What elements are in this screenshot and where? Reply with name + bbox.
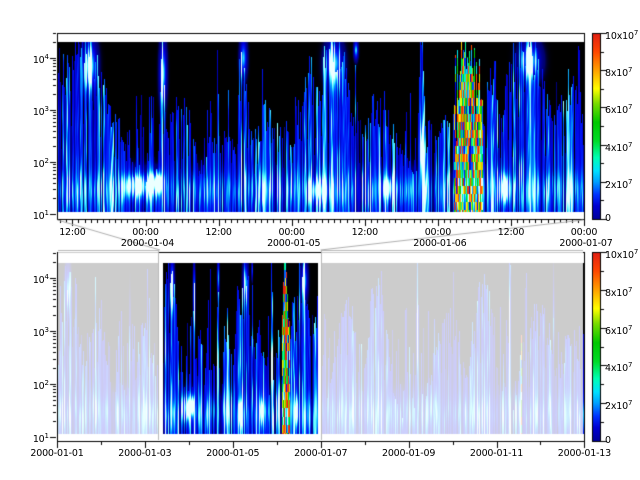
zoom-panel-plot-area[interactable] <box>57 33 584 219</box>
spectrogram-viewer: 12:0000:002000-01-0412:0000:002000-01-05… <box>0 0 640 480</box>
zoom-selection-box[interactable] <box>159 250 321 441</box>
